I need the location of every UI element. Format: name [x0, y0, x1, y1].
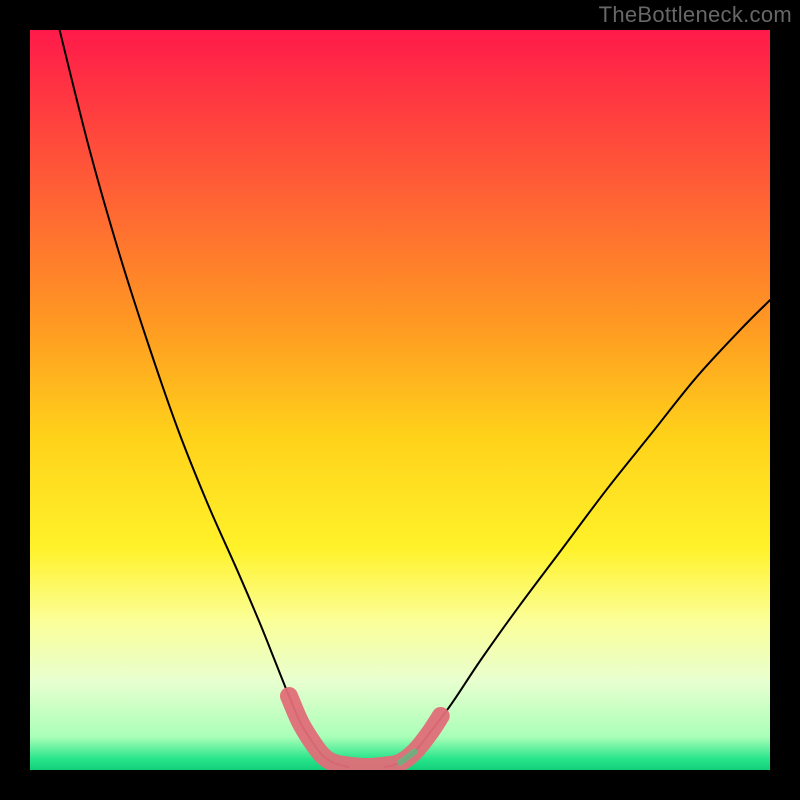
- plot-area: [30, 30, 770, 770]
- chart-svg: [30, 30, 770, 770]
- chart-frame: TheBottleneck.com: [0, 0, 800, 800]
- gradient-background: [30, 30, 770, 770]
- watermark-text: TheBottleneck.com: [599, 2, 792, 28]
